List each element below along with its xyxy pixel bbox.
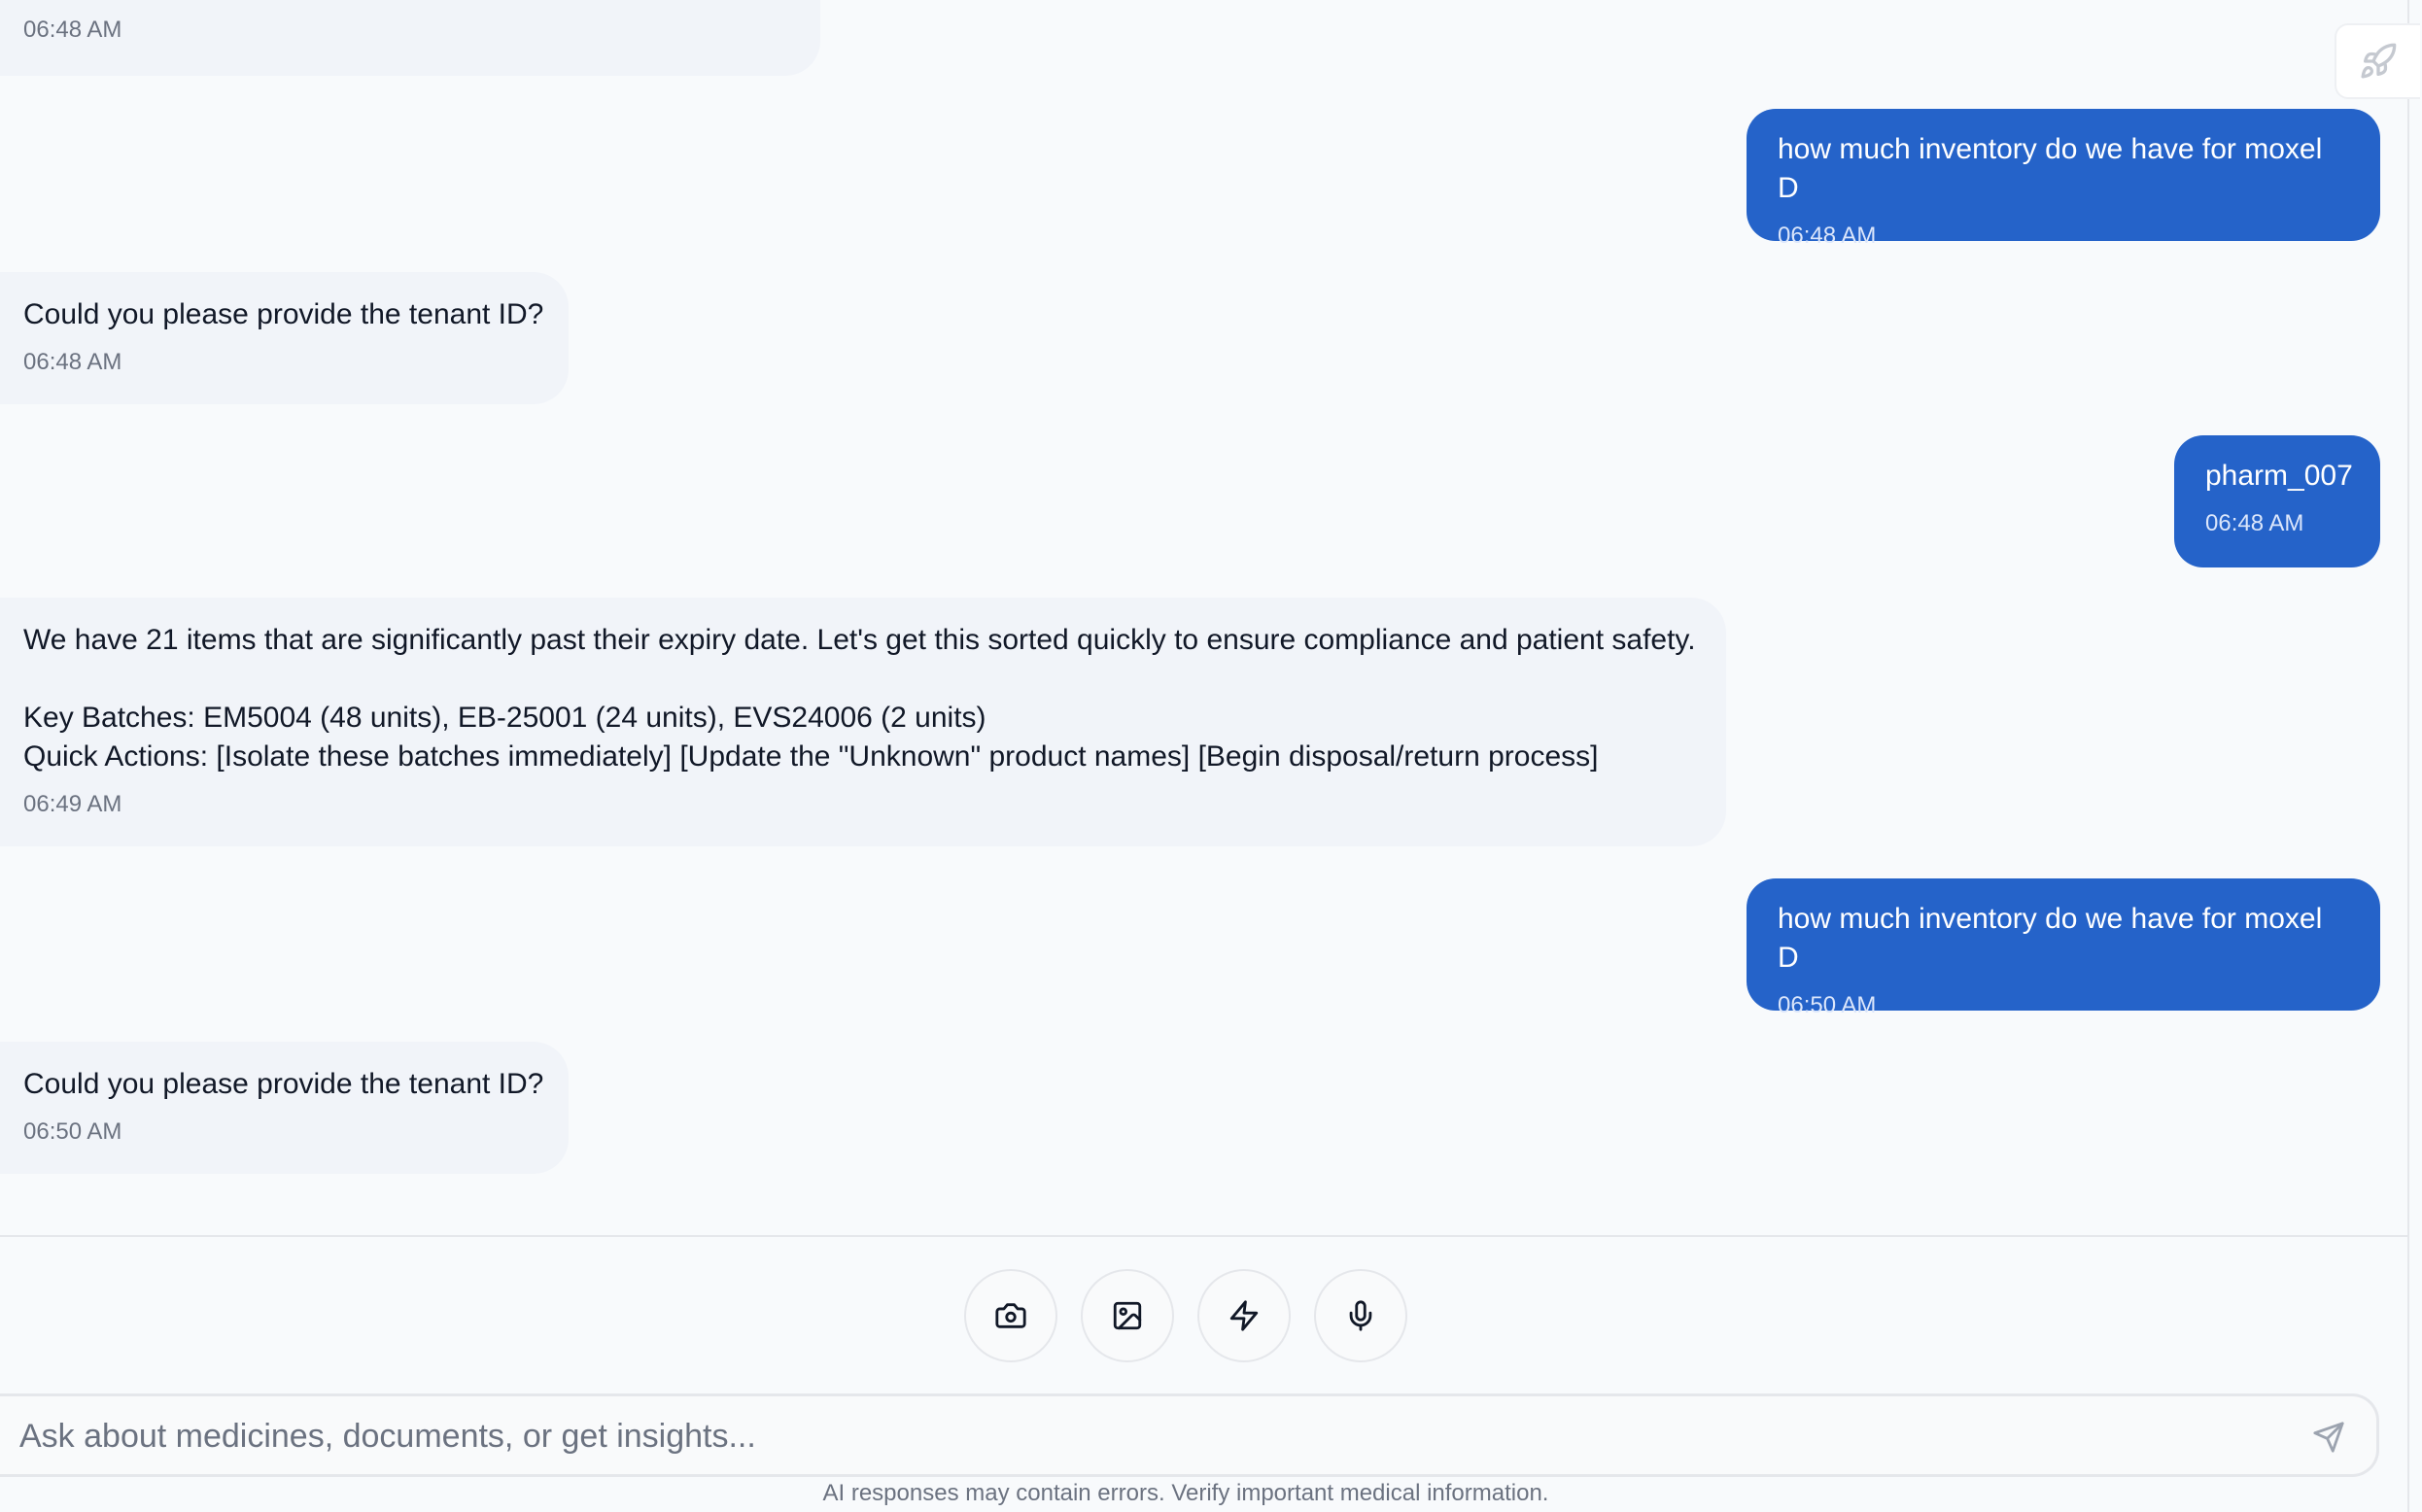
message-time: 06:50 AM xyxy=(23,1118,122,1145)
message-time: 06:48 AM xyxy=(2205,510,2304,536)
message-text: Could you please provide the tenant ID? xyxy=(23,1068,544,1100)
voice-input-button[interactable] xyxy=(1314,1269,1407,1362)
image-upload-button[interactable] xyxy=(1081,1269,1174,1362)
user-message: pharm_007 06:48 AM xyxy=(2174,435,2380,567)
message-text: how much inventory do we have for moxel … xyxy=(1778,133,2331,204)
message-text: We have 21 items that are significantly … xyxy=(23,624,1696,773)
disclaimer-text: AI responses may contain errors. Verify … xyxy=(822,1480,1549,1506)
composer-divider xyxy=(0,1235,2407,1237)
composer xyxy=(0,1393,2379,1477)
message-time: 06:48 AM xyxy=(23,17,122,43)
message-time: 06:50 AM xyxy=(1778,992,1877,1018)
bot-message: Could you please provide the tenant ID? … xyxy=(0,272,569,404)
camera-button[interactable] xyxy=(964,1269,1057,1362)
send-button[interactable] xyxy=(2301,1410,2356,1464)
user-message: how much inventory do we have for moxel … xyxy=(1747,109,2380,249)
lightning-icon xyxy=(1229,1300,1259,1331)
message-time: 06:48 AM xyxy=(23,349,122,375)
launch-button[interactable] xyxy=(2335,23,2420,99)
image-icon xyxy=(1113,1301,1142,1330)
message-text: how much inventory do we have for moxel … xyxy=(1778,903,2331,974)
bot-message: 06:48 AM xyxy=(0,0,820,76)
camera-icon xyxy=(995,1303,1026,1328)
send-icon xyxy=(2313,1422,2344,1453)
message-time: 06:48 AM xyxy=(1778,223,1877,249)
rocket-icon xyxy=(2361,43,2397,79)
quick-action-button[interactable] xyxy=(1197,1269,1291,1362)
panel-divider xyxy=(2407,0,2409,1512)
message-text: pharm_007 xyxy=(2205,460,2353,492)
microphone-icon xyxy=(1349,1300,1372,1331)
message-time: 06:49 AM xyxy=(23,791,122,817)
user-message: how much inventory do we have for moxel … xyxy=(1747,878,2380,1018)
bot-message: Could you please provide the tenant ID? … xyxy=(0,1042,569,1174)
chat-page: 06:48 AM how much inventory do we have f… xyxy=(0,0,2422,1512)
message-text: Could you please provide the tenant ID? xyxy=(23,298,544,330)
message-input[interactable] xyxy=(17,1406,2257,1466)
bot-message: We have 21 items that are significantly … xyxy=(0,598,1726,846)
